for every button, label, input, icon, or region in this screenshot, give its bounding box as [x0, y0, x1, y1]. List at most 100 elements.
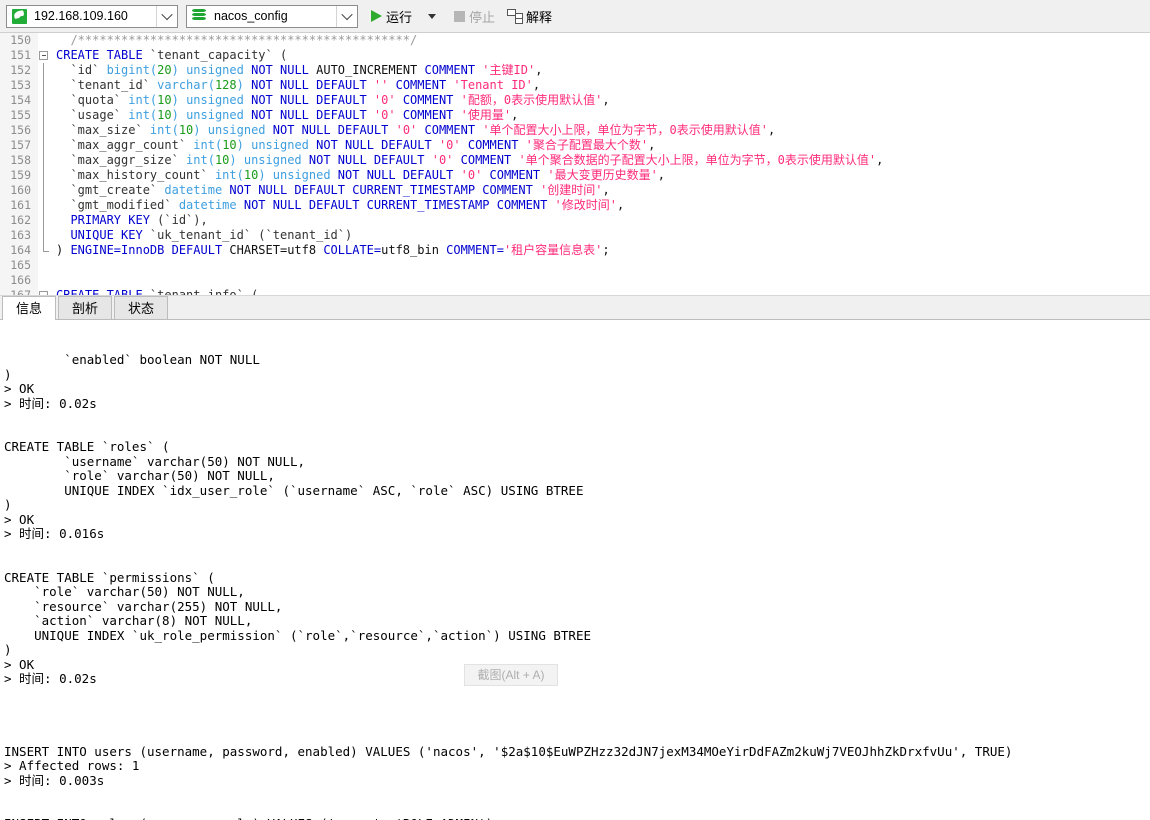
code-line: 158 `max_aggr_size` int(10) unsigned NOT… [0, 153, 1150, 168]
connection-dropdown-arrow[interactable] [156, 5, 177, 27]
output-line: ) [4, 366, 12, 382]
main-toolbar: 192.168.109.160 nacos_config 运行 停止 解释 [0, 0, 1150, 33]
output-line: > Affected rows: 1 [4, 758, 140, 773]
explain-button-label: 解释 [526, 9, 553, 25]
line-number: 164 [10, 243, 31, 257]
mysql-connection-icon [9, 6, 29, 27]
code-line-text: PRIMARY KEY (`id`), [56, 213, 208, 227]
result-tab-0[interactable]: 信息 [2, 296, 57, 320]
code-line: 157 `max_aggr_count` int(10) unsigned NO… [0, 138, 1150, 153]
code-line: 160 `gmt_create` datetime NOT NULL DEFAU… [0, 183, 1150, 198]
output-line: `role` varchar(50) NOT NULL, [4, 584, 245, 599]
line-number: 160 [10, 183, 31, 197]
code-line: 154 `quota` int(10) unsigned NOT NULL DE… [0, 93, 1150, 108]
code-line: 151 CREATE TABLE `tenant_capacity` ( [0, 48, 1150, 63]
fold-guide [43, 78, 44, 93]
fold-guide [43, 93, 44, 108]
line-number: 161 [10, 198, 31, 212]
output-line: `role` varchar(50) NOT NULL, [4, 468, 275, 483]
fold-guide [43, 108, 44, 123]
connection-value: 192.168.109.160 [34, 9, 128, 23]
code-line-text: `usage` int(10) unsigned NOT NULL DEFAUL… [56, 108, 519, 122]
output-line: CREATE TABLE `permissions` ( [4, 569, 215, 585]
line-number: 163 [10, 228, 31, 242]
database-icon [189, 6, 209, 27]
chevron-down-icon [161, 8, 173, 21]
chevron-down-icon [341, 8, 353, 21]
code-line-text: `max_size` int(10) unsigned NOT NULL DEF… [56, 123, 776, 137]
run-button-label: 运行 [386, 9, 413, 25]
code-line: 167 CREATE TABLE `tenant_info` ( [0, 288, 1150, 296]
code-line: 152 `id` bigint(20) unsigned NOT NULL AU… [0, 63, 1150, 78]
code-line: 153 `tenant_id` varchar(128) NOT NULL DE… [0, 78, 1150, 93]
line-number: 153 [10, 78, 31, 92]
output-line: > OK [4, 381, 35, 396]
stop-button[interactable]: 停止 [449, 4, 500, 29]
result-tab-1[interactable]: 剖析 [58, 296, 113, 319]
code-line-text: `max_aggr_size` int(10) unsigned NOT NUL… [56, 153, 884, 167]
sql-code-area[interactable]: 150 /***********************************… [0, 33, 1150, 295]
play-icon [371, 10, 382, 22]
line-number: 158 [10, 153, 31, 167]
run-options-dropdown[interactable] [419, 4, 447, 29]
line-number: 166 [10, 273, 31, 287]
line-number: 162 [10, 213, 31, 227]
output-line: > 时间: 0.016s [4, 526, 105, 541]
database-value: nacos_config [214, 9, 288, 23]
line-number: 167 [10, 288, 31, 296]
output-line: > OK [4, 656, 35, 672]
fold-guide [43, 153, 44, 168]
code-line-text: ) ENGINE=InnoDB DEFAULT CHARSET=utf8 COL… [56, 243, 610, 257]
line-number: 154 [10, 93, 31, 107]
code-line: 163 UNIQUE KEY `uk_tenant_id` (`tenant_i… [0, 228, 1150, 243]
code-line-text: `max_history_count` int(10) unsigned NOT… [56, 168, 666, 182]
line-number: 150 [10, 33, 31, 47]
fold-toggle-icon[interactable] [39, 50, 48, 60]
result-tab-2[interactable]: 状态 [114, 296, 169, 319]
code-line-text: `id` bigint(20) unsigned NOT NULL AUTO_I… [56, 63, 543, 77]
output-line: > OK [4, 511, 35, 527]
run-button[interactable]: 运行 [366, 4, 417, 29]
code-line-text: `tenant_id` varchar(128) NOT NULL DEFAUL… [56, 78, 541, 92]
connection-selector[interactable]: 192.168.109.160 [6, 4, 178, 28]
caret-down-icon [428, 13, 437, 19]
output-line: `enabled` boolean NOT NULL [4, 353, 260, 367]
output-line: ) [4, 497, 12, 512]
code-line-text: `gmt_create` datetime NOT NULL DEFAULT C… [56, 183, 610, 197]
output-line: INSERT INTO users (username, password, e… [4, 743, 1013, 759]
message-output-log[interactable]: `enabled` boolean NOT NULL) > OK > 时间: 0.0… [0, 353, 1150, 820]
code-line: 165 [0, 258, 1150, 273]
database-selector[interactable]: nacos_config [186, 4, 358, 28]
output-line: UNIQUE INDEX `idx_user_role` (`username`… [4, 482, 584, 498]
line-number: 151 [10, 48, 31, 62]
fold-guide [43, 243, 44, 251]
result-tab-label: 剖析 [72, 301, 99, 316]
output-line: ) [4, 642, 12, 657]
code-line: 150 /***********************************… [0, 33, 1150, 48]
database-dropdown-arrow[interactable] [336, 5, 357, 27]
fold-guide [43, 183, 44, 198]
code-line: 159 `max_history_count` int(10) unsigned… [0, 168, 1150, 183]
line-number: 155 [10, 108, 31, 122]
code-line-text: `max_aggr_count` int(10) unsigned NOT NU… [56, 138, 656, 152]
explain-button[interactable]: 解释 [502, 4, 557, 29]
sql-editor[interactable]: 150 /***********************************… [0, 33, 1150, 296]
output-line: > 时间: 0.02s [4, 395, 97, 411]
line-number: 152 [10, 63, 31, 77]
line-number: 159 [10, 168, 31, 182]
code-line: 156 `max_size` int(10) unsigned NOT NULL… [0, 123, 1150, 138]
code-line-text: /***************************************… [56, 33, 418, 47]
line-number: 157 [10, 138, 31, 152]
explain-icon [507, 9, 524, 24]
output-line: > 时间: 0.003s [4, 772, 105, 788]
code-line-text: CREATE TABLE `tenant_capacity` ( [56, 48, 288, 62]
line-number: 165 [10, 258, 31, 272]
stop-button-label: 停止 [469, 9, 496, 25]
code-line: 162 PRIMARY KEY (`id`), [0, 213, 1150, 228]
code-line-text: CREATE TABLE `tenant_info` ( [56, 288, 259, 296]
